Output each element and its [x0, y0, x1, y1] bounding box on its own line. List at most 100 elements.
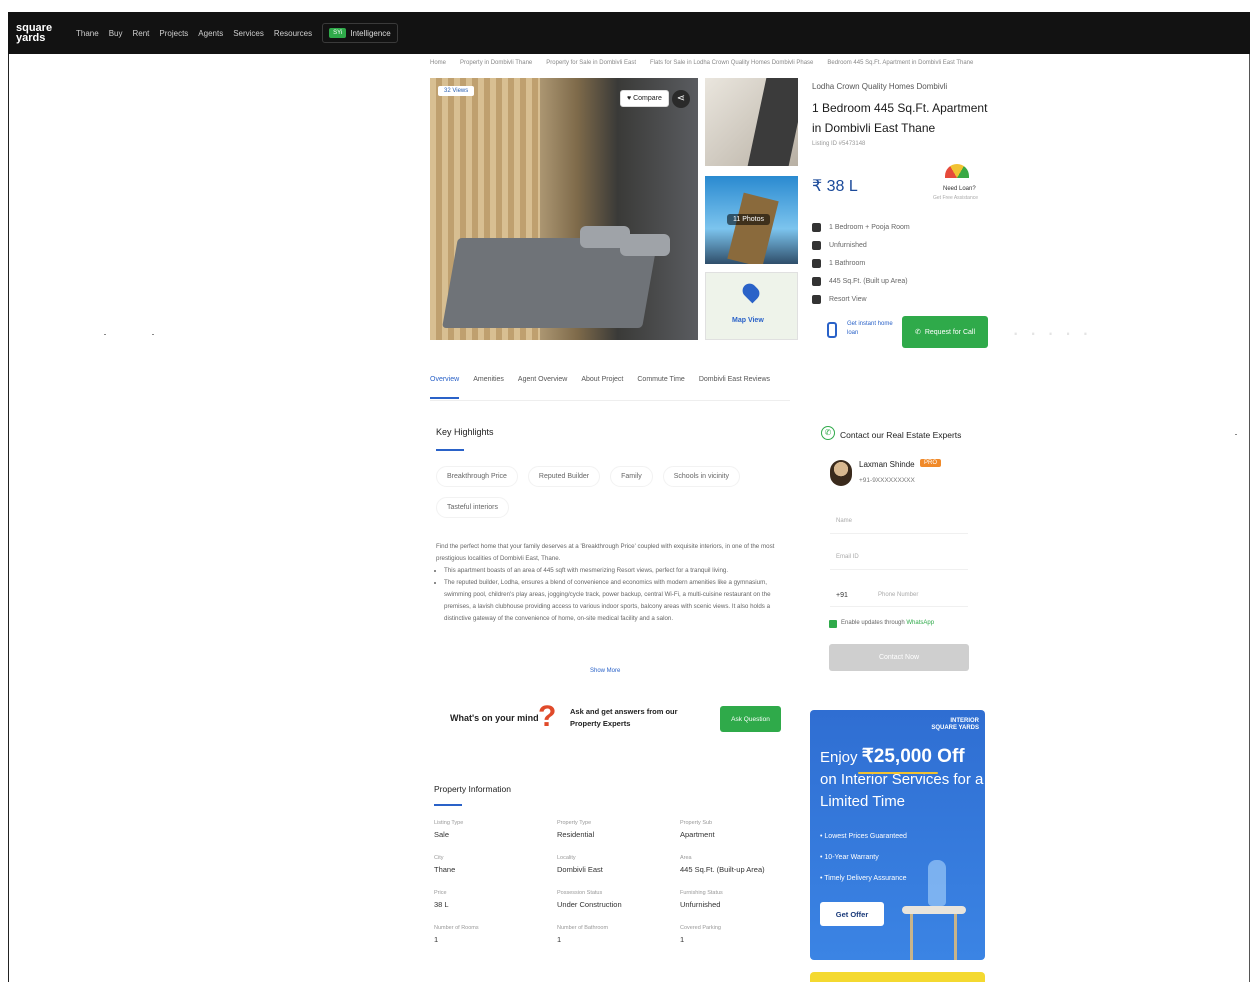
section-tabs: Overview Amenities Agent Overview About …: [430, 376, 770, 399]
listing-price: ₹ 38 L: [812, 178, 858, 195]
info-key: Property Type: [557, 820, 592, 826]
info-key: Number of Bathroom: [557, 925, 609, 931]
info-value: 1: [680, 935, 685, 944]
site-logo[interactable]: square yards: [16, 23, 70, 44]
agent-name[interactable]: Laxman Shinde: [859, 460, 915, 469]
info-cell: City Thane: [434, 855, 557, 874]
stray-mark: [104, 334, 106, 335]
spec-text: 1 Bathroom: [829, 259, 866, 267]
breadcrumb-city[interactable]: Property in Dombivli Thane: [460, 60, 532, 66]
nav-item-city[interactable]: Thane: [76, 29, 99, 38]
offer-underline: [858, 772, 938, 774]
nav-item-services[interactable]: Services: [233, 29, 264, 38]
highlight-chip: Schools in vicinity: [662, 466, 740, 487]
tab-reviews[interactable]: Dombivli East Reviews: [699, 376, 770, 399]
request-call-button[interactable]: ✆ Request for Call: [902, 316, 988, 348]
nav-item-rent[interactable]: Rent: [132, 29, 149, 38]
whatsapp-checkbox[interactable]: [829, 620, 837, 628]
spec-text: Resort View: [829, 295, 867, 303]
info-cell: Possession Status Under Construction: [557, 890, 680, 909]
tab-agent-overview[interactable]: Agent Overview: [518, 376, 567, 399]
show-more-link[interactable]: Show More: [590, 668, 620, 674]
thumbnail-shadow: [747, 78, 798, 166]
tab-amenities[interactable]: Amenities: [473, 376, 504, 399]
next-banner-peek[interactable]: [810, 972, 985, 982]
country-code-select[interactable]: +91: [836, 592, 848, 599]
share-icon[interactable]: ⋖: [672, 90, 690, 108]
info-cell: Property Sub Apartment: [680, 820, 804, 839]
intelligence-label: Intelligence: [350, 28, 391, 38]
offer-headline: Enjoy ₹25,000 Off on Interior Services f…: [820, 746, 985, 813]
highlight-chip: Reputed Builder: [527, 466, 601, 487]
map-view-thumbnail[interactable]: Map View: [705, 272, 798, 340]
need-loan-label[interactable]: Need Loan?: [943, 186, 976, 192]
spec-list: 1 Bedroom + Pooja Room Unfurnished 1 Bat…: [812, 218, 910, 308]
tab-overview[interactable]: Overview: [430, 376, 460, 399]
description-bullets: This apartment boasts of an area of 445 …: [444, 565, 788, 625]
project-name[interactable]: Lodha Crown Quality Homes Dombivli: [812, 82, 947, 91]
nav-item-buy[interactable]: Buy: [109, 29, 123, 38]
breadcrumb-home[interactable]: Home: [430, 60, 446, 66]
sofa-icon: [812, 240, 821, 250]
info-cell: Number of Bathroom 1: [557, 925, 680, 944]
info-key: Price: [434, 890, 447, 896]
info-value: Dombivli East: [557, 865, 603, 874]
breadcrumb-project[interactable]: Flats for Sale in Lodha Crown Quality Ho…: [650, 60, 813, 66]
breadcrumb-locality[interactable]: Property for Sale in Dombivli East: [546, 60, 636, 66]
contact-now-button[interactable]: Contact Now: [829, 644, 969, 671]
nav-item-projects[interactable]: Projects: [159, 29, 188, 38]
info-cell: Covered Parking 1: [680, 925, 804, 944]
map-pin-icon: [739, 280, 763, 304]
intelligence-button[interactable]: SYi Intelligence: [322, 23, 398, 43]
map-view-label: Map View: [732, 317, 764, 324]
info-cell: Price 38 L: [434, 890, 557, 909]
nav-item-agents[interactable]: Agents: [198, 29, 223, 38]
key-highlights-title: Key Highlights: [436, 427, 494, 437]
phone-field[interactable]: Phone Number: [878, 592, 918, 598]
email-field[interactable]: Email ID: [830, 550, 968, 570]
highlight-chip: Breakthrough Price: [436, 466, 518, 487]
name-field[interactable]: Name: [830, 514, 968, 534]
info-value: Residential: [557, 830, 595, 839]
bath-icon: [812, 258, 821, 268]
breadcrumb-current: Bedroom 445 Sq.Ft. Apartment in Dombivli…: [827, 60, 974, 66]
main-property-photo[interactable]: 32 Views ♥ Compare ⋖: [430, 78, 698, 340]
compare-label: Compare: [633, 95, 662, 102]
views-badge: 32 Views: [438, 86, 475, 96]
vase-illustration: [928, 860, 946, 906]
offer-points: Lowest Prices Guaranteed 10-Year Warrant…: [820, 826, 907, 889]
tab-commute-time[interactable]: Commute Time: [637, 376, 684, 399]
interior-offer-banner[interactable]: INTERIOR SQUARE YARDS Enjoy ₹25,000 Off o…: [810, 710, 985, 960]
instant-loan-link[interactable]: Get instant home loan: [847, 320, 897, 338]
brand-name: INTERIOR: [950, 718, 979, 724]
table-leg: [910, 914, 913, 960]
info-cell: Locality Dombivli East: [557, 855, 680, 874]
phone-icon: ✆: [914, 329, 921, 336]
listing-title: 1 Bedroom 445 Sq.Ft. Apartment in Dombiv…: [812, 101, 988, 135]
gallery-thumbnail-building[interactable]: 11 Photos: [705, 176, 798, 264]
home-loan-icon[interactable]: [827, 322, 837, 338]
info-cell: Listing Type Sale: [434, 820, 557, 839]
ask-question-button[interactable]: Ask Question: [720, 706, 781, 732]
property-description: Find the perfect home that your family d…: [436, 541, 788, 625]
info-value: Unfurnished: [680, 900, 721, 909]
info-key: Number of Rooms: [434, 925, 479, 931]
info-value: 1: [434, 935, 439, 944]
tab-about-project[interactable]: About Project: [581, 376, 623, 399]
agent-badge: PRO: [920, 459, 942, 467]
top-navbar: square yards Thane Buy Rent Projects Age…: [8, 12, 1250, 54]
description-intro: Find the perfect home that your family d…: [436, 543, 775, 562]
loan-gauge-icon[interactable]: [945, 164, 969, 178]
gallery-thumbnail-room[interactable]: [705, 78, 798, 166]
info-value: Thane: [434, 865, 456, 874]
info-value: Under Construction: [557, 900, 622, 909]
contact-title: Contact our Real Estate Experts: [840, 430, 962, 440]
nav-item-resources[interactable]: Resources: [274, 29, 312, 38]
info-value: 445 Sq.Ft. (Built-up Area): [680, 865, 765, 874]
spec-item: Unfurnished: [812, 236, 910, 254]
info-key: City: [434, 855, 444, 861]
table-illustration: [902, 906, 966, 914]
get-offer-button[interactable]: Get Offer: [820, 902, 884, 926]
intelligence-badge: SYi: [329, 28, 347, 38]
compare-button[interactable]: ♥ Compare: [620, 90, 669, 107]
